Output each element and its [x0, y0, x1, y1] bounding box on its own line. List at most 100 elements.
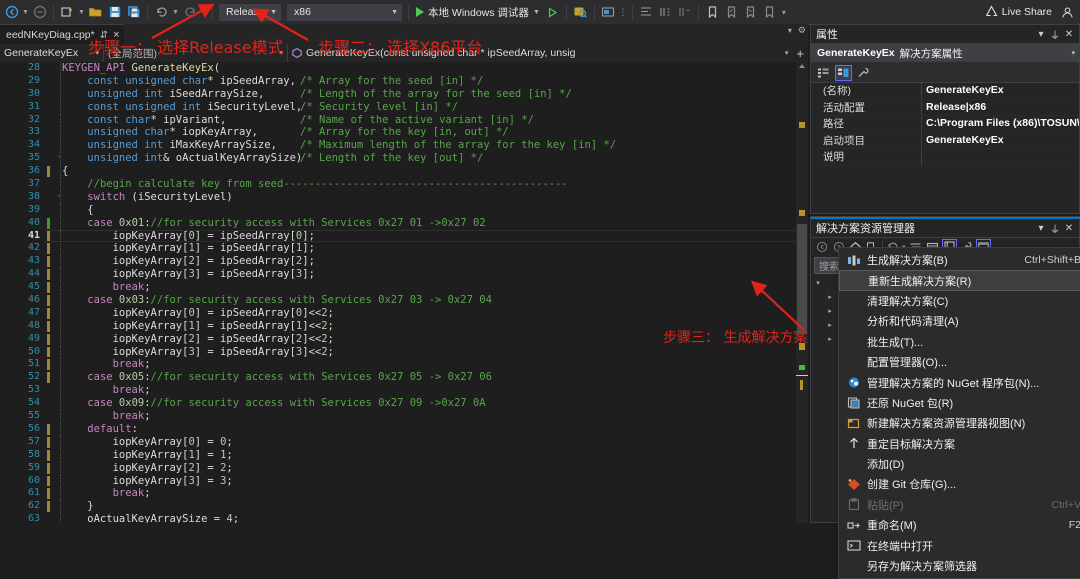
- property-pages-icon[interactable]: [855, 65, 872, 81]
- code-line[interactable]: 55 break;: [0, 410, 796, 423]
- property-value[interactable]: [921, 149, 1079, 165]
- properties-dropdown-icon[interactable]: ▾: [1034, 26, 1048, 42]
- undo-icon[interactable]: [152, 2, 171, 22]
- window-layout-icon[interactable]: [599, 2, 618, 22]
- code-line[interactable]: 57 iopKeyArray[0] = 0;: [0, 435, 796, 449]
- toolbar-overflow-icon[interactable]: ⋮: [618, 2, 628, 22]
- navbar-add-icon[interactable]: +: [792, 47, 808, 60]
- code-line[interactable]: 40 case 0x01://for security access with …: [0, 216, 796, 230]
- code-line[interactable]: 32 const char* ipVariant, /* Name of the …: [0, 113, 796, 127]
- property-row[interactable]: 启动项目 GenerateKeyEx: [811, 132, 1079, 149]
- solution-platform-combo[interactable]: x86 ▼: [287, 3, 402, 21]
- code-line[interactable]: 36 {: [0, 165, 796, 179]
- code-line[interactable]: 42 iopKeyArray[1] = ipSeedArray[1];: [0, 242, 796, 256]
- save-icon[interactable]: [105, 2, 124, 22]
- code-line[interactable]: 47 iopKeyArray[0] = ipSeedArray[0]<<2;: [0, 306, 796, 320]
- property-row[interactable]: (名称) GenerateKeyEx: [811, 83, 1079, 100]
- property-value[interactable]: C:\Program Files (x86)\TOSUN\: [921, 116, 1079, 132]
- tab-settings-icon[interactable]: ⚙: [798, 25, 806, 36]
- code-line[interactable]: 35− unsigned int& oActualKeyArraySize)/*…: [0, 152, 796, 166]
- code-line[interactable]: 52 case 0x05://for security access with …: [0, 371, 796, 385]
- new-project-icon[interactable]: [58, 2, 77, 22]
- save-all-icon[interactable]: [124, 2, 143, 22]
- code-editor[interactable]: 28 KEYGEN_API GenerateKeyEx(29 const unsi…: [0, 62, 796, 523]
- undo-dropdown-icon[interactable]: ▼: [171, 2, 180, 22]
- scroll-up-icon[interactable]: [799, 64, 805, 68]
- back-dropdown-icon[interactable]: ▼: [21, 2, 30, 22]
- code-line[interactable]: 31 const unsigned int iSecurityLevel,/* …: [0, 100, 796, 114]
- indent-icon[interactable]: [637, 2, 656, 22]
- account-icon[interactable]: [1058, 2, 1076, 22]
- live-share-button[interactable]: Live Share: [985, 0, 1052, 24]
- context-menu-item[interactable]: 新建解决方案资源管理器视图(N): [839, 413, 1080, 433]
- previous-bookmark-icon[interactable]: [722, 2, 741, 22]
- expander-icon-1[interactable]: ▸: [825, 293, 835, 301]
- start-without-debug-icon[interactable]: [543, 2, 562, 22]
- context-menu-item[interactable]: 重新生成解决方案(R): [839, 270, 1080, 291]
- context-menu-item[interactable]: 配置管理器(O)...: [839, 352, 1080, 372]
- code-line[interactable]: 56 default:: [0, 422, 796, 436]
- solexp-close-icon[interactable]: ✕: [1062, 220, 1076, 236]
- code-line[interactable]: 51 break;: [0, 358, 796, 372]
- comment-lines-icon[interactable]: [656, 2, 675, 22]
- redo-icon[interactable]: [180, 2, 199, 22]
- code-line[interactable]: 34 unsigned int iMaxKeyArraySize, /* Maxi…: [0, 139, 796, 153]
- toolbar-options-icon[interactable]: ▾: [779, 2, 789, 22]
- code-line[interactable]: 30 unsigned int iSeedArraySize, /* Length…: [0, 87, 796, 101]
- property-row[interactable]: 说明: [811, 149, 1079, 166]
- code-line[interactable]: 50 iopKeyArray[3] = ipSeedArray[3]<<2;: [0, 345, 796, 359]
- clear-bookmarks-icon[interactable]: [760, 2, 779, 22]
- context-menu-item[interactable]: 另存为解决方案筛选器: [839, 556, 1080, 576]
- next-bookmark-icon[interactable]: [741, 2, 760, 22]
- properties-grid[interactable]: (名称) GenerateKeyEx 活动配置 Release|x86 路径 C:\Pro…: [811, 83, 1079, 166]
- solution-context-menu[interactable]: 生成解决方案(B) Ctrl+Shift+B 重新生成解决方案(R) 清理解决方案(C…: [838, 247, 1080, 579]
- context-menu-item[interactable]: 在终端中打开: [839, 535, 1080, 555]
- solexp-dropdown-icon[interactable]: ▾: [1034, 220, 1048, 236]
- code-line[interactable]: 45 break;: [0, 281, 796, 295]
- navigate-back-icon[interactable]: [2, 2, 21, 22]
- chevron-down-icon-props[interactable]: ▾: [1071, 49, 1075, 57]
- code-line[interactable]: 41 iopKeyArray[0] = ipSeedArray[0];: [0, 229, 796, 243]
- expander-icon-2[interactable]: ▸: [825, 307, 835, 315]
- code-line[interactable]: 39 {: [0, 203, 796, 217]
- code-line[interactable]: 38− switch (iSecurityLevel): [0, 190, 796, 204]
- code-line[interactable]: 63 oActualKeyArraySize = 4;: [0, 513, 796, 523]
- context-menu-item[interactable]: 添加(D): [839, 454, 1080, 474]
- start-debug-button[interactable]: 本地 Windows 调试器 ▼: [413, 2, 543, 22]
- code-line[interactable]: 53 break;: [0, 384, 796, 398]
- code-line[interactable]: 61 break;: [0, 487, 796, 501]
- property-value[interactable]: Release|x86: [921, 99, 1079, 115]
- code-line[interactable]: 28 KEYGEN_API GenerateKeyEx(: [0, 62, 796, 75]
- navigate-forward-icon[interactable]: [30, 2, 49, 22]
- context-menu-item[interactable]: 还原 NuGet 包(R): [839, 393, 1080, 413]
- context-menu-item[interactable]: 批生成(T)...: [839, 332, 1080, 352]
- categorized-view-icon[interactable]: [815, 65, 832, 81]
- expander-icon-3[interactable]: ▸: [825, 321, 835, 329]
- code-line[interactable]: 54 case 0x09://for security access with …: [0, 397, 796, 411]
- property-value[interactable]: GenerateKeyEx: [921, 132, 1079, 148]
- code-line[interactable]: 33 unsigned char* iopKeyArray, /* Array f…: [0, 126, 796, 140]
- code-line[interactable]: 44 iopKeyArray[3] = ipSeedArray[3];: [0, 268, 796, 282]
- context-menu-item[interactable]: 重定目标解决方案: [839, 434, 1080, 454]
- context-menu-item[interactable]: 分析和代码清理(A): [839, 311, 1080, 331]
- attach-process-icon[interactable]: [571, 2, 590, 22]
- code-line[interactable]: 29 const unsigned char* ipSeedArray, /* A…: [0, 74, 796, 88]
- code-line[interactable]: 43 iopKeyArray[2] = ipSeedArray[2];: [0, 255, 796, 269]
- expander-icon[interactable]: ▾: [813, 279, 823, 287]
- editor-scrollbar[interactable]: [796, 62, 808, 523]
- context-menu-item[interactable]: 重命名(M) F2: [839, 515, 1080, 535]
- redo-dropdown-icon[interactable]: ▼: [199, 2, 208, 22]
- context-menu-item[interactable]: 生成解决方案(B) Ctrl+Shift+B: [839, 250, 1080, 270]
- code-line[interactable]: 46 case 0x03://for security access with …: [0, 294, 796, 307]
- code-line[interactable]: 62 }: [0, 500, 796, 514]
- alphabetical-view-icon[interactable]: [835, 64, 852, 81]
- properties-object-selector[interactable]: GenerateKeyEx 解决方案属性 ▾: [811, 44, 1079, 63]
- code-line[interactable]: 37 //begin calculate key from seed------…: [0, 178, 796, 191]
- new-project-dropdown-icon[interactable]: ▼: [77, 2, 86, 22]
- solution-configuration-combo[interactable]: Release ▼: [219, 3, 281, 21]
- uncomment-lines-icon[interactable]: [675, 2, 694, 22]
- properties-close-icon[interactable]: ✕: [1062, 26, 1076, 42]
- properties-pin-icon[interactable]: ⏚: [1048, 26, 1062, 42]
- code-line[interactable]: 60 iopKeyArray[3] = 3;: [0, 474, 796, 488]
- context-menu-item[interactable]: 清理解决方案(C): [839, 291, 1080, 311]
